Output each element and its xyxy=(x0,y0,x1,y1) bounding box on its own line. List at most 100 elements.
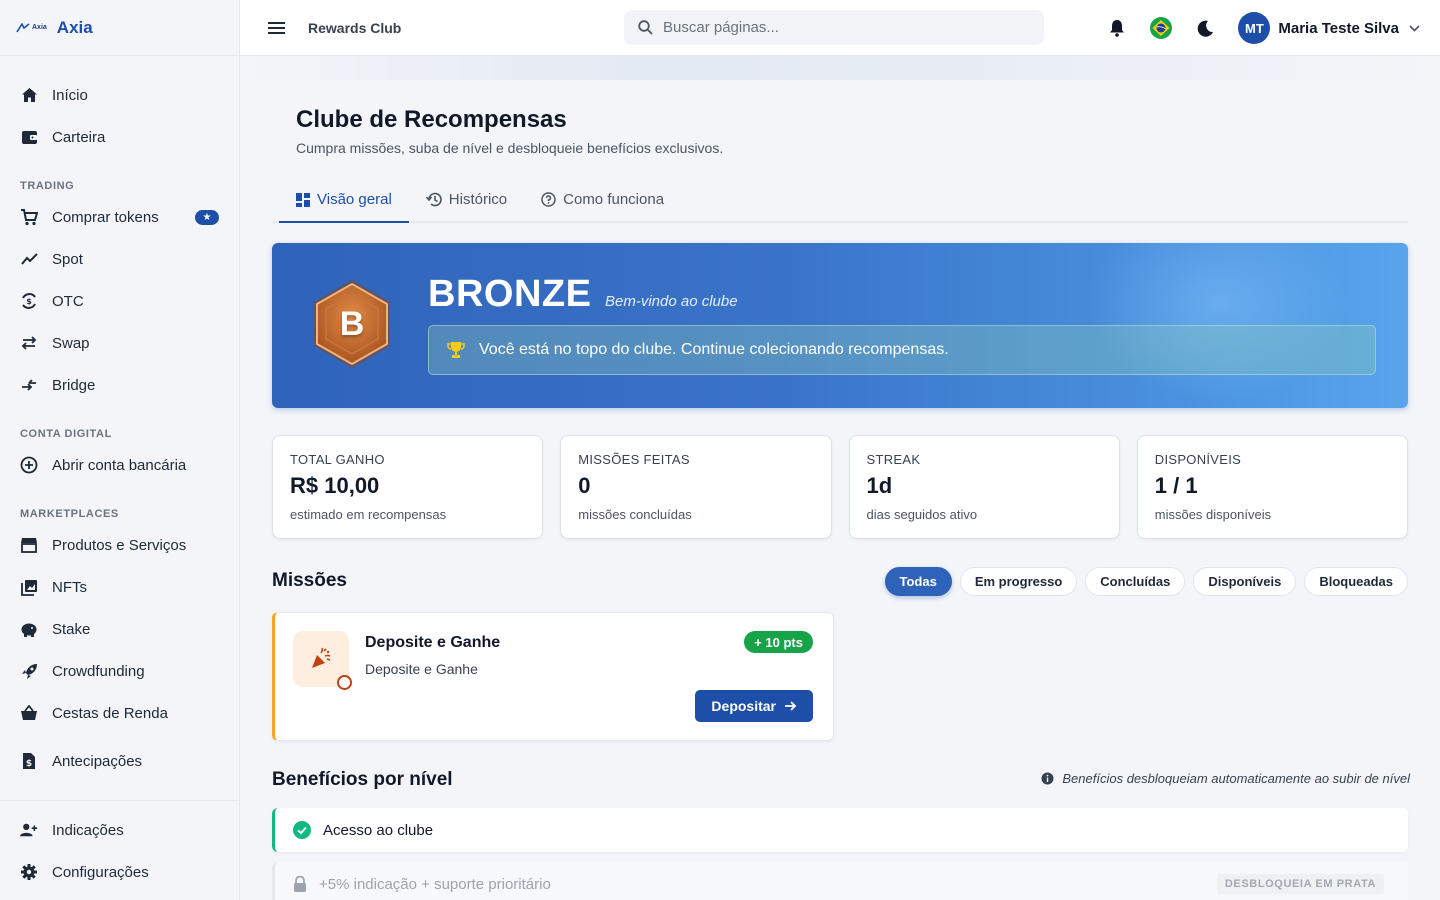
tier-subtitle: Bem-vindo ao clube xyxy=(605,293,738,310)
sidebar-item-label: Stake xyxy=(52,620,91,638)
basket-icon xyxy=(20,704,38,722)
status-ring-icon xyxy=(337,675,352,690)
sidebar-item-carteira[interactable]: Carteira xyxy=(0,116,239,158)
sidebar-item-label: Bridge xyxy=(52,376,96,394)
trophy-icon xyxy=(447,341,465,359)
tier-status-note: Você está no topo do clube. Continue col… xyxy=(428,325,1376,375)
sidebar-item-indicacoes[interactable]: Indicações xyxy=(0,809,239,851)
sidebar-item-antecipacoes[interactable]: $ Antecipações xyxy=(0,740,239,782)
stat-caption: missões disponíveis xyxy=(1154,507,1272,522)
arrow-right-icon xyxy=(784,700,797,712)
sidebar-item-cestas[interactable]: Cestas de Renda xyxy=(0,692,239,734)
stat-caption: estimado em recompensas xyxy=(290,507,447,522)
avatar[interactable]: MT xyxy=(1238,12,1271,44)
sidebar-item-label: Spot xyxy=(52,250,83,268)
axia-logo-icon: Axia xyxy=(16,22,47,33)
sidebar-section-conta-digital: CONTA DIGITAL xyxy=(20,428,112,440)
help-icon xyxy=(541,192,556,207)
points-badge: + 10 pts xyxy=(744,631,813,653)
sidebar-item-nfts[interactable]: NFTs xyxy=(0,566,239,608)
dark-mode-moon-icon[interactable] xyxy=(1194,17,1216,39)
benefit-label: Acesso ao clube xyxy=(323,821,434,839)
stat-label: TOTAL GANHO xyxy=(290,452,385,467)
sidebar-item-label: NFTs xyxy=(52,578,87,596)
sidebar: Axia Axia Início Carteira TRADING Compra… xyxy=(0,0,240,900)
sidebar-item-label: OTC xyxy=(52,292,84,310)
breadcrumb: Rewards Club xyxy=(308,19,402,36)
mission-description: Deposite e Ganhe xyxy=(365,661,478,677)
tab-bar: Visão geral Histórico Como funciona xyxy=(272,178,1408,223)
stat-value: 1 / 1 xyxy=(1154,473,1198,498)
deposit-button[interactable]: Depositar xyxy=(695,690,813,722)
sidebar-item-bridge[interactable]: Bridge xyxy=(0,364,239,406)
trend-icon xyxy=(20,250,38,268)
sidebar-item-produtos[interactable]: Produtos e Serviços xyxy=(0,524,239,566)
brand[interactable]: Axia Axia xyxy=(0,0,239,56)
sidebar-item-swap[interactable]: Swap xyxy=(0,322,239,364)
sidebar-section-marketplaces: MARKETPLACES xyxy=(20,508,119,520)
stats-row: TOTAL GANHO R$ 10,00 estimado em recompe… xyxy=(272,435,1408,539)
hamburger-menu-icon[interactable] xyxy=(266,18,286,38)
stat-label: STREAK xyxy=(866,452,921,467)
tab-historico[interactable]: Histórico xyxy=(409,178,524,221)
stat-card-streak: STREAK 1d dias seguidos ativo xyxy=(848,435,1120,539)
stat-label: MISSÕES FEITAS xyxy=(578,452,690,467)
tab-label: Histórico xyxy=(448,191,508,208)
stat-card-total-ganho: TOTAL GANHO R$ 10,00 estimado em recompe… xyxy=(272,435,544,539)
deposit-button-label: Depositar xyxy=(711,698,776,714)
svg-text:$: $ xyxy=(26,297,32,306)
stat-label: DISPONÍVEIS xyxy=(1154,452,1242,467)
stat-card-missoes-feitas: MISSÕES FEITAS 0 missões concluídas xyxy=(560,435,832,539)
tab-visao-geral[interactable]: Visão geral xyxy=(279,178,409,223)
benefit-row-unlocked: Acesso ao clube xyxy=(272,808,1408,852)
receipt-icon: $ xyxy=(20,752,38,770)
tier-banner: B BRONZE Bem-vindo ao clube Você está no… xyxy=(272,243,1408,408)
search-icon xyxy=(638,20,653,35)
chevron-down-icon[interactable] xyxy=(1409,24,1420,32)
search-bar[interactable] xyxy=(624,10,1044,45)
search-input[interactable] xyxy=(663,19,1023,36)
mission-title: Deposite e Ganhe xyxy=(365,634,501,651)
star-badge: ★ xyxy=(195,209,219,225)
sidebar-item-configuracoes[interactable]: Configurações xyxy=(0,851,239,893)
notifications-bell-icon[interactable] xyxy=(1106,17,1128,39)
sidebar-item-stake[interactable]: Stake xyxy=(0,608,239,650)
sidebar-item-crowdfunding[interactable]: Crowdfunding xyxy=(0,650,239,692)
stat-caption: dias seguidos ativo xyxy=(866,507,978,522)
filter-bloqueadas[interactable]: Bloqueadas xyxy=(1304,567,1408,596)
filter-concluidas[interactable]: Concluídas xyxy=(1085,567,1186,596)
wallet-icon xyxy=(20,128,38,146)
stat-value: 0 xyxy=(578,473,591,498)
filter-todas[interactable]: Todas xyxy=(884,567,952,596)
bronze-hexagon-badge-icon: B xyxy=(310,277,394,371)
tab-como-funciona[interactable]: Como funciona xyxy=(524,178,681,221)
sidebar-item-otc[interactable]: $ OTC xyxy=(0,280,239,322)
user-name[interactable]: Maria Teste Silva xyxy=(1278,20,1399,37)
brazil-flag-icon[interactable] xyxy=(1150,17,1173,39)
add-user-icon xyxy=(20,821,38,839)
rocket-icon xyxy=(20,662,38,680)
check-circle-icon xyxy=(293,821,311,839)
sidebar-item-abrir-conta[interactable]: Abrir conta bancária xyxy=(0,444,239,486)
cart-icon xyxy=(20,208,38,226)
grid-icon xyxy=(296,192,310,207)
history-icon xyxy=(425,192,442,207)
benefits-note-text: Benefícios desbloqueiam automaticamente … xyxy=(1062,771,1410,786)
sidebar-item-label: Swap xyxy=(52,334,90,352)
sidebar-item-label: Carteira xyxy=(52,128,106,146)
filter-disponiveis[interactable]: Disponíveis xyxy=(1193,567,1297,596)
sidebar-item-label: Indicações xyxy=(52,821,124,839)
brand-name: Axia xyxy=(56,17,93,37)
benefit-label: +5% indicação + suporte prioritário xyxy=(319,875,551,893)
stat-value: R$ 10,00 xyxy=(290,473,380,498)
benefits-note: Benefícios desbloqueiam automaticamente … xyxy=(1041,771,1410,786)
page-title: Clube de Recompensas xyxy=(296,106,567,133)
sidebar-item-spot[interactable]: Spot xyxy=(0,238,239,280)
sidebar-item-label: Abrir conta bancária xyxy=(52,456,187,474)
main-content: Clube de Recompensas Cumpra missões, sub… xyxy=(240,56,1440,900)
sidebar-item-inicio[interactable]: Início xyxy=(0,74,239,116)
unlock-requirement-badge: DESBLOQUEIA EM PRATA xyxy=(1216,874,1384,894)
filter-em-progresso[interactable]: Em progresso xyxy=(959,567,1078,596)
page-subtitle: Cumpra missões, suba de nível e desbloqu… xyxy=(296,140,724,156)
sidebar-item-comprar-tokens[interactable]: Comprar tokens ★ xyxy=(0,196,239,238)
